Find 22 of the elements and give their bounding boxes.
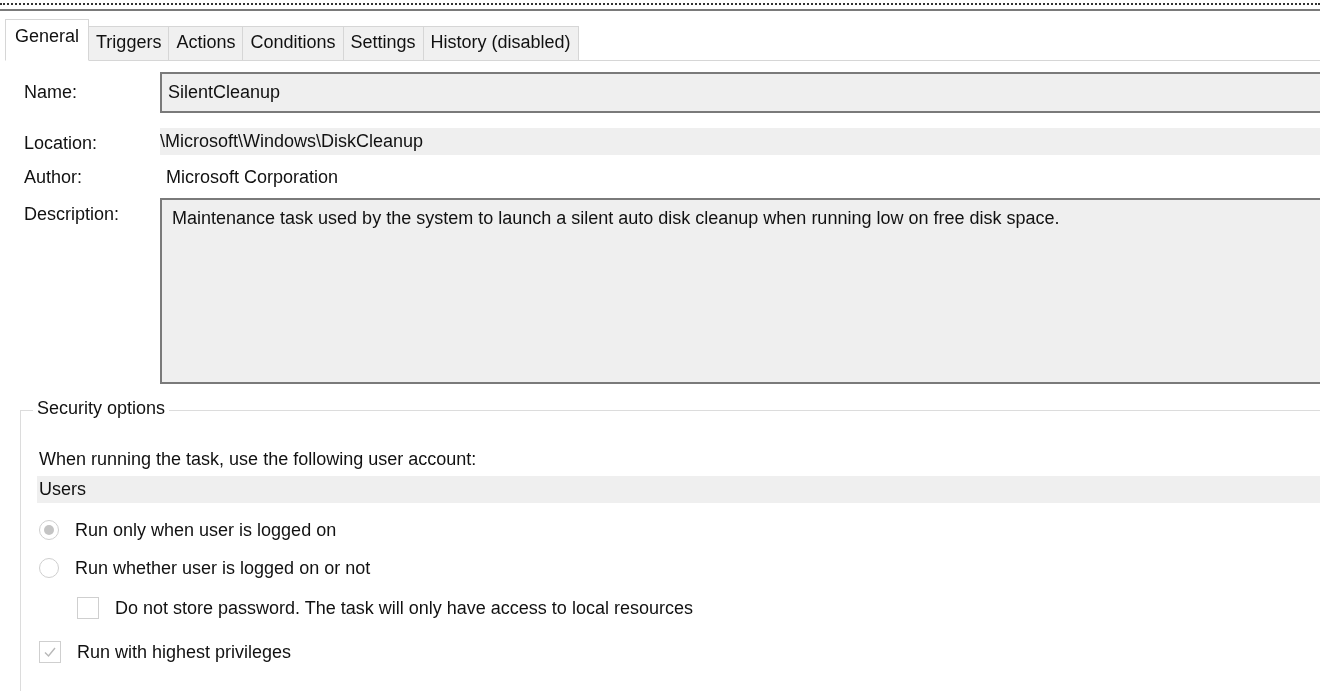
name-field[interactable]: SilentCleanup <box>160 72 1320 113</box>
user-account-field: Users <box>37 476 1320 503</box>
check-icon <box>43 645 57 659</box>
description-field[interactable]: Maintenance task used by the system to launch a silent auto disk cleanup when running low on free disk space. <box>160 198 1320 384</box>
option-label: Run only when user is logged on <box>75 519 337 541</box>
tab[interactable]: Settings <box>342 26 424 61</box>
account-prompt: When running the task, use the following user account: <box>39 449 478 470</box>
group-title: Security options <box>33 398 170 419</box>
location-field: \Microsoft\Windows\DiskCleanup <box>160 128 1320 155</box>
option-label: Do not store password. The task will only have access to local resources <box>115 597 693 619</box>
tab[interactable]: General <box>5 19 90 61</box>
tab[interactable]: History (disabled) <box>422 26 579 61</box>
option-label: Run with highest privileges <box>77 641 292 663</box>
option-label: Run whether user is logged on or not <box>75 557 371 579</box>
field-label: Location: <box>24 133 99 154</box>
tab[interactable]: Triggers <box>88 26 170 61</box>
field-label: Author: <box>24 167 84 188</box>
author-value: Microsoft Corporation <box>165 167 339 188</box>
tab[interactable]: Actions <box>168 26 244 61</box>
field-label: Name: <box>24 82 78 103</box>
field-label: Description: <box>24 204 121 225</box>
tab[interactable]: Conditions <box>242 26 344 61</box>
